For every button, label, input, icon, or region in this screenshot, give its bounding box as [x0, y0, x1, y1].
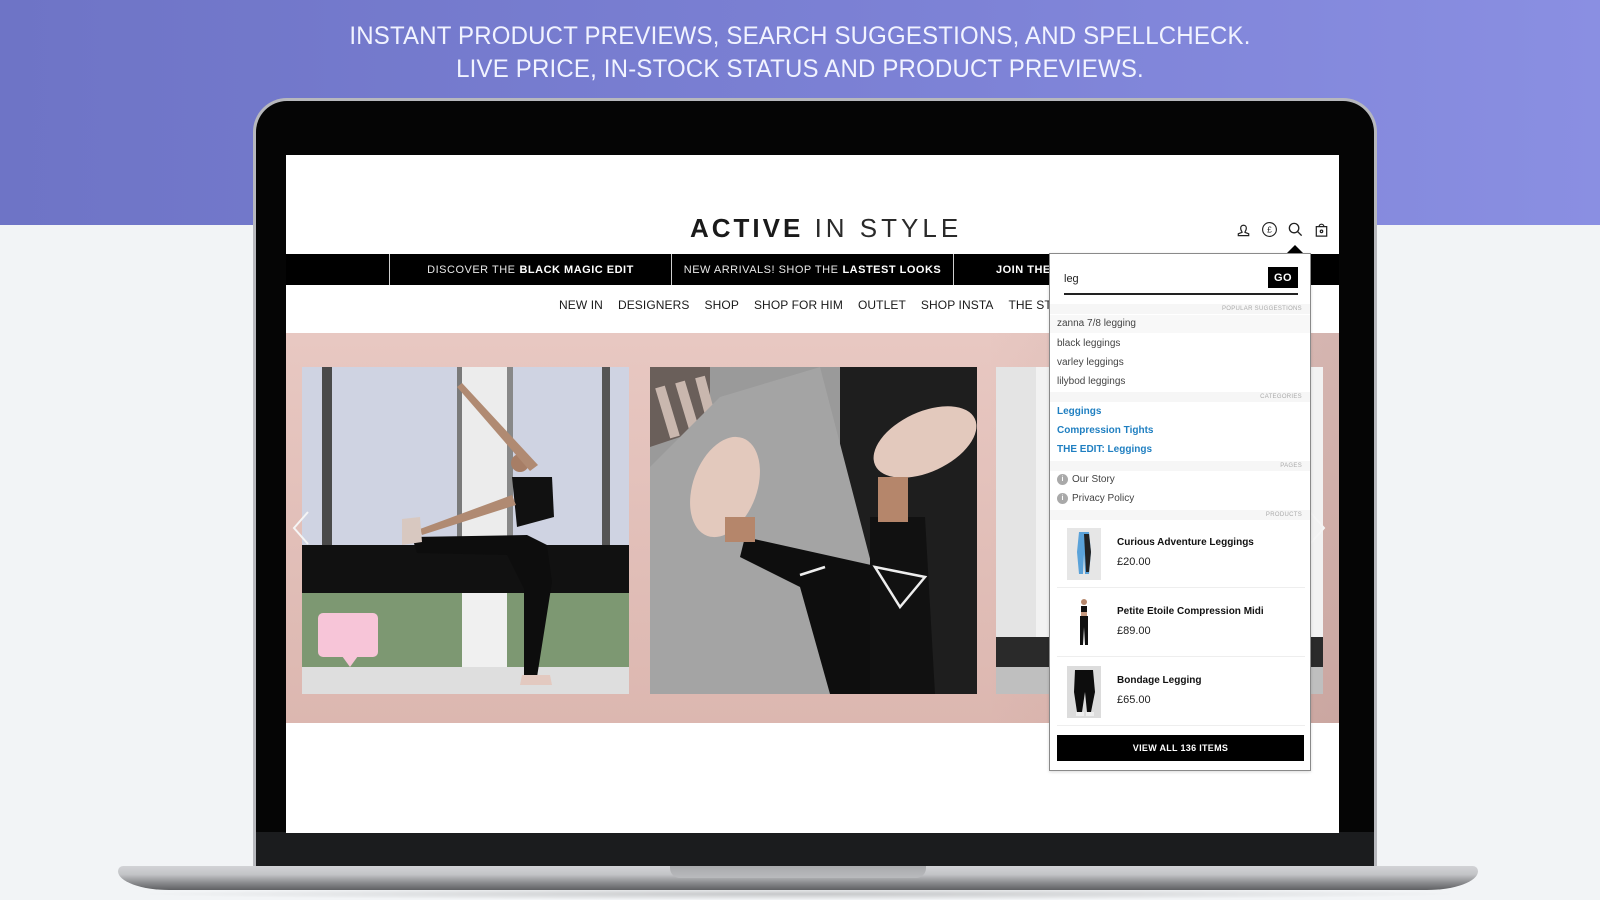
suggestion-item[interactable]: varley leggings [1057, 357, 1124, 368]
product-name: Petite Etoile Compression Midi [1117, 606, 1264, 617]
promo-bold: LASTEST LOOKS [842, 263, 942, 276]
svg-text:£: £ [1267, 225, 1272, 235]
go-button[interactable]: GO [1268, 267, 1298, 288]
shopping-bag-icon[interactable] [1313, 221, 1330, 238]
product-price: £20.00 [1117, 556, 1151, 568]
category-link[interactable]: Compression Tights [1057, 425, 1154, 436]
logo-bold: ACTIVE [690, 213, 804, 243]
nav-shop[interactable]: SHOP [705, 298, 739, 318]
info-icon: i [1057, 493, 1068, 504]
promo-black-magic-edit[interactable]: DISCOVER THE BLACK MAGIC EDIT [390, 254, 672, 285]
section-categories: CATEGORIES [1050, 392, 1310, 402]
section-products: PRODUCTS [1050, 510, 1310, 520]
nav-designers[interactable]: DESIGNERS [618, 298, 690, 318]
search-row: GO [1064, 265, 1298, 295]
promo-spacer [286, 254, 390, 285]
product-thumbnail [1067, 597, 1101, 649]
site-logo[interactable]: ACTIVE IN STYLE [690, 213, 962, 244]
promo-new-arrivals[interactable]: NEW ARRIVALS! SHOP THE LASTEST LOOKS [672, 254, 954, 285]
product-result[interactable]: Petite Etoile Compression Midi £89.00 [1057, 589, 1305, 657]
header-icons: £ [1235, 221, 1330, 238]
website-screen: ACTIVE IN STYLE £ DISCOVER THE BLACK MAG… [286, 155, 1339, 833]
product-price: £89.00 [1117, 625, 1151, 637]
search-dropdown-caret [1287, 245, 1303, 253]
suggestion-item[interactable]: black leggings [1057, 338, 1120, 349]
headline-line-2: LIVE PRICE, IN-STOCK STATUS AND PRODUCT … [456, 55, 1144, 83]
product-name: Curious Adventure Leggings [1117, 537, 1254, 548]
laptop-notch [670, 866, 926, 878]
page-link-privacy-policy[interactable]: i Privacy Policy [1057, 493, 1134, 504]
carousel-prev-arrow[interactable] [290, 508, 312, 548]
promo-bold: BLACK MAGIC EDIT [519, 263, 634, 276]
product-price: £65.00 [1117, 694, 1151, 706]
product-result[interactable]: Curious Adventure Leggings £20.00 [1057, 520, 1305, 588]
page-link-our-story[interactable]: i Our Story [1057, 474, 1115, 485]
page-link-label: Privacy Policy [1072, 493, 1135, 504]
carousel-slide-sneakers[interactable] [650, 367, 977, 694]
product-thumbnail [1067, 666, 1101, 718]
nav-outlet[interactable]: OUTLET [858, 298, 906, 318]
promo-prefix: NEW ARRIVALS! SHOP THE [683, 263, 839, 276]
nav-shop-for-him[interactable]: SHOP FOR HIM [754, 298, 843, 318]
nav-shop-insta[interactable]: SHOP INSTA [921, 298, 994, 318]
category-link[interactable]: THE EDIT: Leggings [1057, 444, 1152, 455]
logo-light: IN STYLE [814, 213, 963, 243]
search-icon[interactable] [1287, 221, 1304, 238]
search-dropdown: GO POPULAR SUGGESTIONS zanna 7/8 legging… [1049, 253, 1311, 771]
product-thumbnail [1067, 528, 1101, 580]
laptop-bezel-bottom [256, 832, 1374, 868]
site-header: ACTIVE IN STYLE £ [286, 155, 1339, 255]
chat-bubble-button[interactable] [318, 613, 378, 667]
suggestion-item[interactable]: zanna 7/8 legging [1050, 315, 1310, 333]
category-link[interactable]: Leggings [1057, 406, 1101, 417]
view-all-items-button[interactable]: VIEW ALL 136 ITEMS [1057, 735, 1304, 761]
sneakers-photo [650, 367, 977, 694]
page-link-label: Our Story [1072, 474, 1115, 485]
product-name: Bondage Legging [1117, 675, 1202, 686]
info-icon: i [1057, 474, 1068, 485]
section-popular-suggestions: POPULAR SUGGESTIONS [1050, 304, 1310, 314]
search-input[interactable] [1064, 265, 1254, 291]
currency-pound-icon[interactable]: £ [1261, 221, 1278, 238]
suggestion-item[interactable]: lilybod leggings [1057, 376, 1125, 387]
promo-prefix: DISCOVER THE [427, 263, 516, 276]
product-result[interactable]: Bondage Legging £65.00 [1057, 658, 1305, 726]
nav-new-in[interactable]: NEW IN [559, 298, 603, 318]
section-pages: PAGES [1050, 461, 1310, 471]
headline-line-1: INSTANT PRODUCT PREVIEWS, SEARCH SUGGEST… [349, 22, 1251, 50]
headline: INSTANT PRODUCT PREVIEWS, SEARCH SUGGEST… [32, 20, 1568, 86]
account-icon[interactable] [1235, 221, 1252, 238]
